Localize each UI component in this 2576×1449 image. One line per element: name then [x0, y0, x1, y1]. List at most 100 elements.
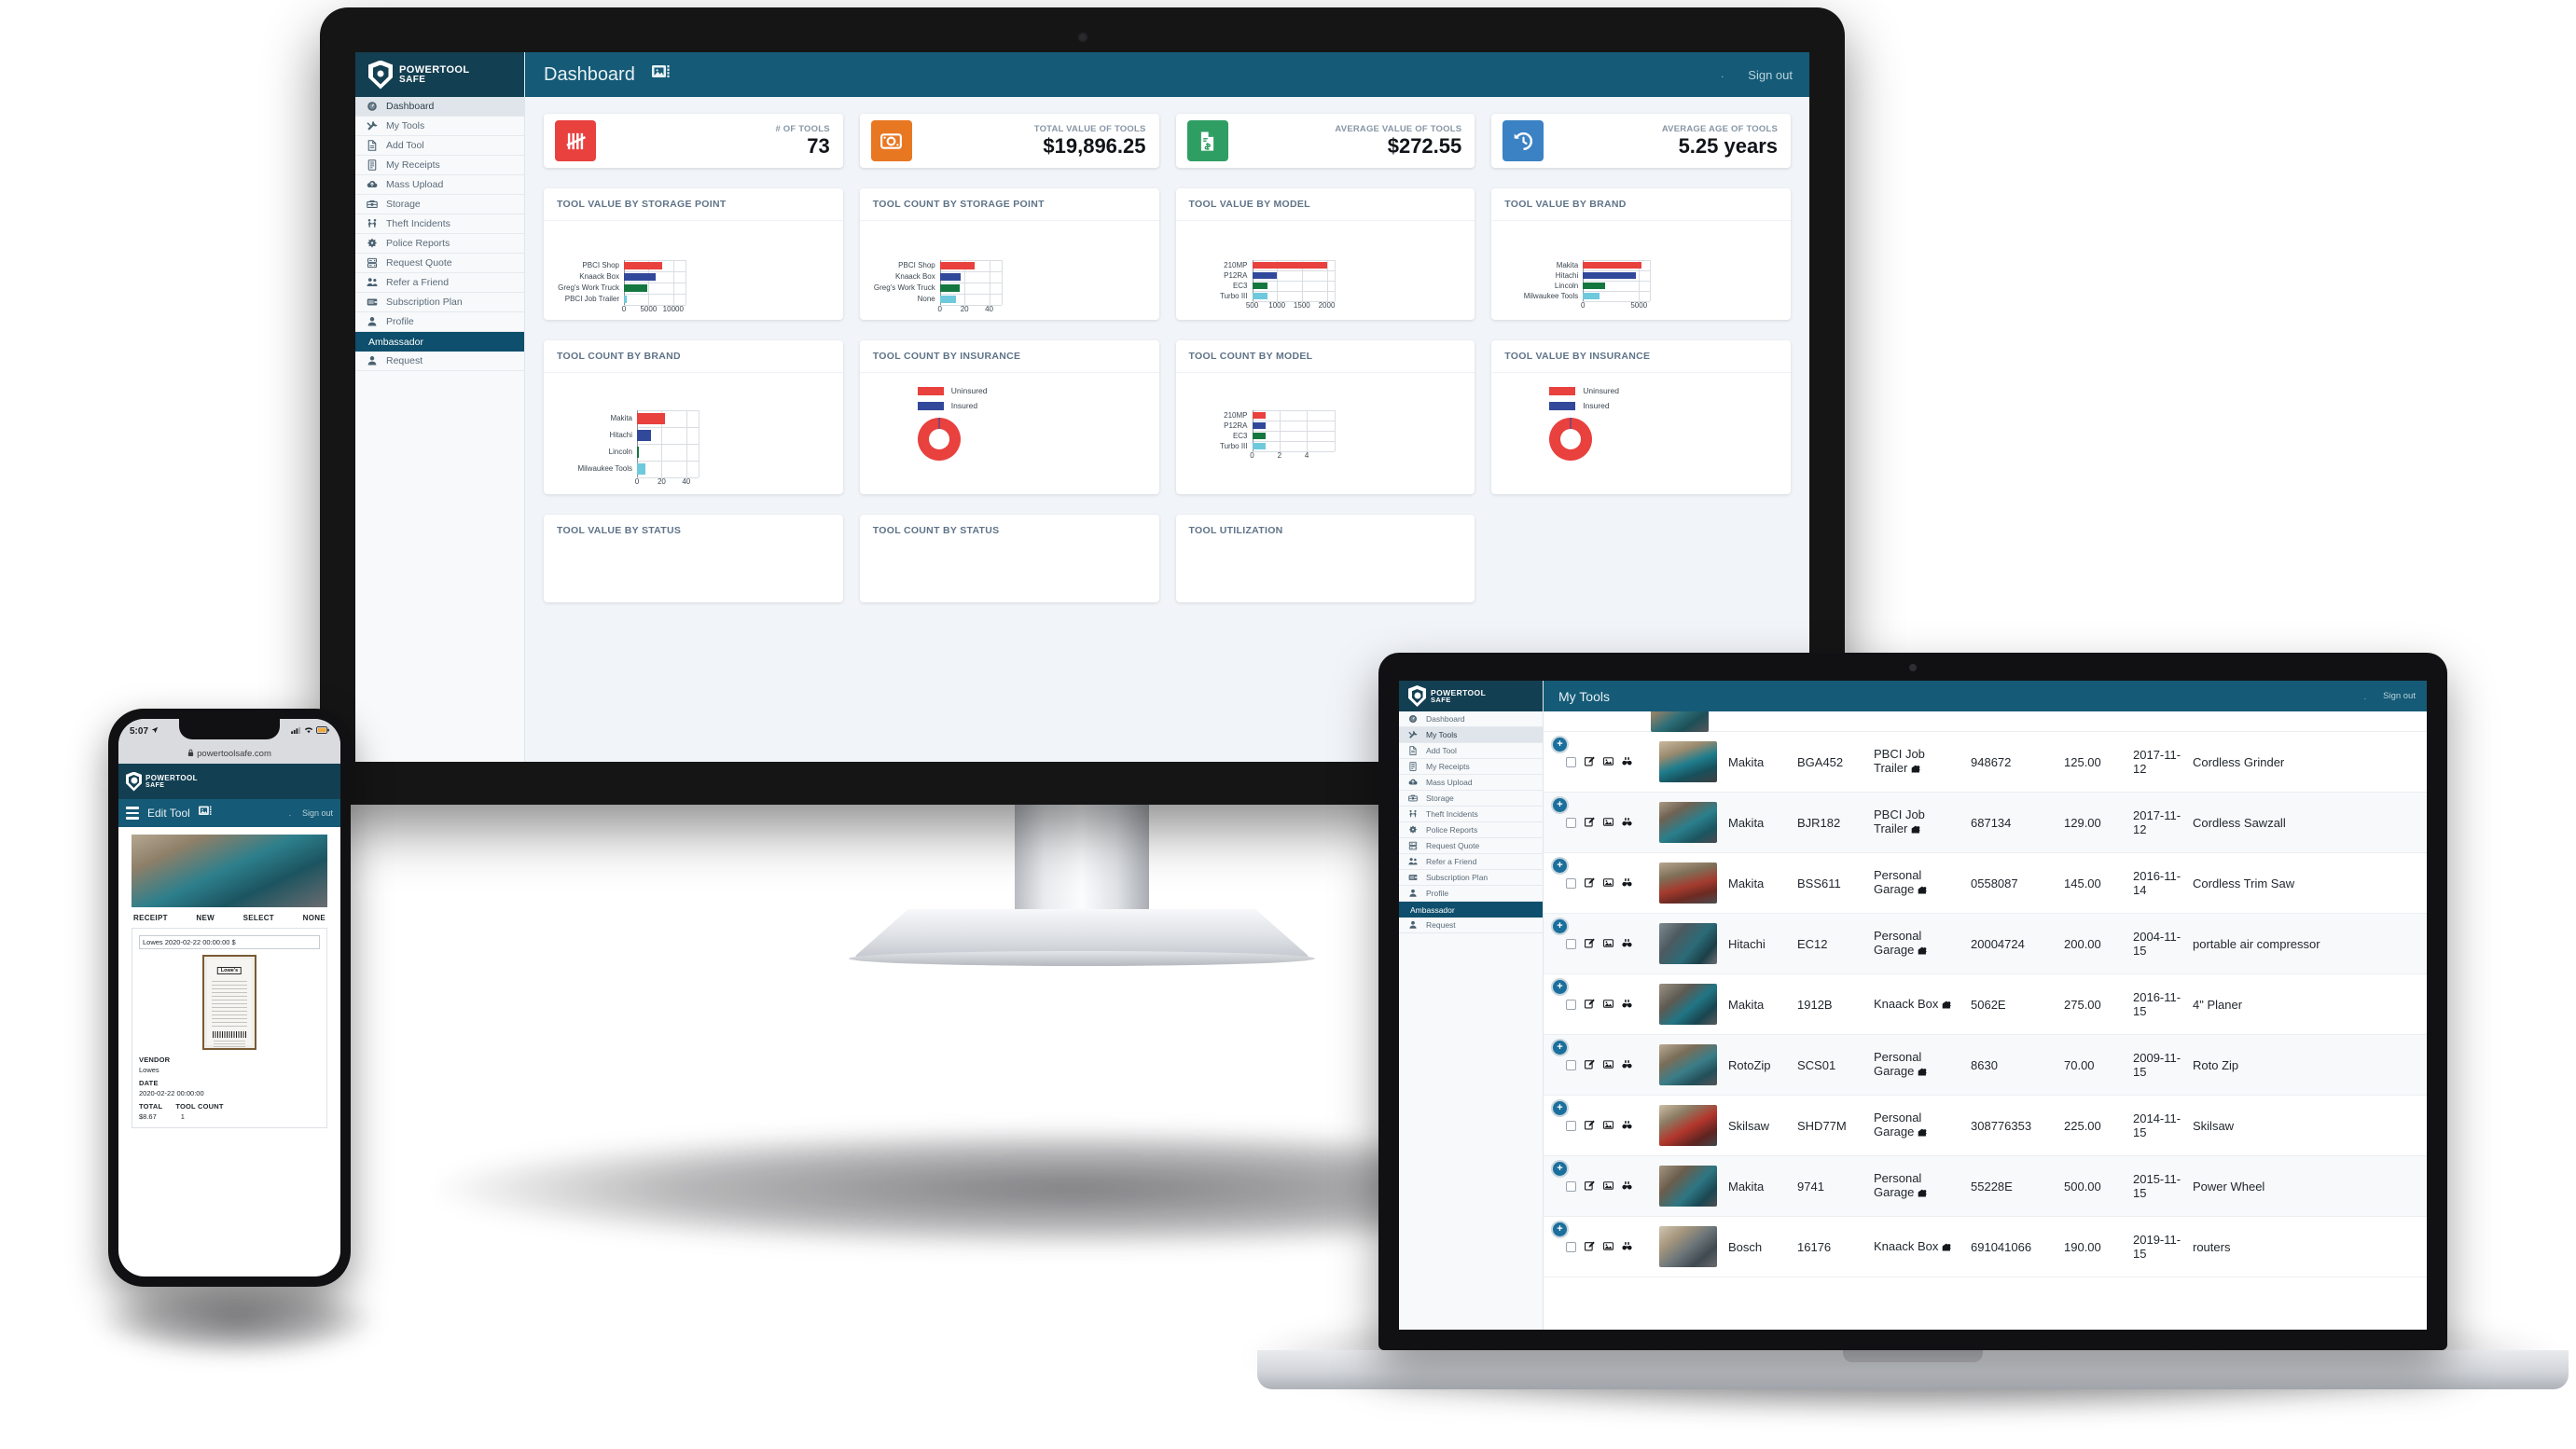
edit-icon[interactable] [1585, 1240, 1595, 1254]
sidebar-item-profile[interactable]: Profile [1399, 886, 1543, 902]
sidebar-item-ambassador[interactable]: Ambassador [1399, 902, 1543, 918]
sign-out-link[interactable]: Sign out [302, 808, 333, 818]
kpi-card[interactable]: AVERAGE VALUE OF TOOLS $272.55 [1175, 114, 1475, 168]
chart-card[interactable]: TOOL VALUE BY STATUS [544, 515, 843, 602]
segment-none[interactable]: NONE [303, 914, 325, 922]
segment-receipt[interactable]: RECEIPT [133, 914, 168, 922]
sidebar-item-theft-incidents[interactable]: Theft Incidents [355, 214, 524, 234]
binoculars-icon[interactable] [1622, 1180, 1632, 1194]
table-row[interactable]: + Makita 9741 Personal Garage 55228E 500.00 2… [1544, 1155, 2427, 1217]
table-row[interactable]: + Makita BJR182 PBCI Job Trailer 687134 129.… [1544, 792, 2427, 853]
sidebar-item-police-reports[interactable]: Police Reports [1399, 822, 1543, 838]
desktop-brand[interactable]: POWERTOOL SAFE [355, 52, 524, 97]
row-checkbox[interactable] [1566, 756, 1576, 767]
binoculars-icon[interactable] [1622, 937, 1632, 951]
sidebar-item-subscription-plan[interactable]: Subscription Plan [355, 293, 524, 312]
edit-icon[interactable] [1585, 1119, 1595, 1133]
expand-plus-icon[interactable]: + [1551, 1039, 1569, 1056]
laptop-brand[interactable]: POWERTOOL SAFE [1399, 681, 1543, 711]
tool-photo[interactable] [1659, 1166, 1717, 1207]
binoculars-icon[interactable] [1622, 816, 1632, 830]
image-icon[interactable] [1603, 1180, 1613, 1194]
edit-icon[interactable] [1585, 937, 1595, 951]
chart-card[interactable]: TOOL VALUE BY BRAND Makita Hitachi Lincoln M… [1491, 188, 1791, 320]
image-icon[interactable] [1603, 1119, 1613, 1133]
table-row[interactable]: + Bosch 16176 Knaack Box 691041066 190.00 201… [1544, 1216, 2427, 1277]
receipt-image[interactable]: Lowe's [202, 955, 256, 1050]
sidebar-item-request-quote[interactable]: Request Quote [355, 254, 524, 273]
edit-icon[interactable] [1585, 816, 1595, 830]
row-checkbox[interactable] [1566, 999, 1576, 1010]
table-row[interactable]: + Skilsaw SHD77M Personal Garage 308776353 2… [1544, 1095, 2427, 1156]
expand-plus-icon[interactable]: + [1551, 796, 1569, 814]
tool-photo[interactable] [1659, 1044, 1717, 1085]
row-checkbox[interactable] [1566, 938, 1576, 949]
chart-card[interactable]: TOOL COUNT BY INSURANCE Uninsured Insured [859, 340, 1159, 494]
sidebar-item-dashboard[interactable]: Dashboard [1399, 711, 1543, 727]
expand-plus-icon[interactable]: + [1551, 857, 1569, 875]
sidebar-item-subscription-plan[interactable]: Subscription Plan [1399, 870, 1543, 886]
sidebar-item-refer-a-friend[interactable]: Refer a Friend [355, 273, 524, 293]
table-row[interactable]: + Makita 1912B Knaack Box 5062E 275.00 2016-1… [1544, 973, 2427, 1035]
sign-out-link[interactable]: Sign out [1748, 68, 1793, 82]
tool-photo[interactable] [1659, 923, 1717, 964]
sidebar-item-theft-incidents[interactable]: Theft Incidents [1399, 807, 1543, 822]
image-icon[interactable] [1603, 816, 1613, 830]
expand-plus-icon[interactable]: + [1551, 1160, 1569, 1178]
tool-photo[interactable] [1659, 862, 1717, 904]
edit-icon[interactable] [1585, 998, 1595, 1012]
row-checkbox[interactable] [1566, 817, 1576, 828]
row-checkbox[interactable] [1566, 1241, 1576, 1252]
sidebar-item-add-tool[interactable]: Add Tool [355, 136, 524, 156]
sidebar-item-storage[interactable]: Storage [355, 195, 524, 214]
expand-plus-icon[interactable]: + [1551, 1221, 1569, 1238]
sidebar-item-police-reports[interactable]: Police Reports [355, 234, 524, 254]
tool-photo[interactable] [1659, 741, 1717, 782]
image-icon[interactable] [1603, 998, 1613, 1012]
sidebar-item-add-tool[interactable]: Add Tool [1399, 743, 1543, 759]
sidebar-item-mass-upload[interactable]: Mass Upload [355, 175, 524, 195]
table-row[interactable]: + Makita BSS611 Personal Garage 0558087 145.… [1544, 852, 2427, 914]
tool-photo[interactable] [1659, 1105, 1717, 1146]
receipt-select-field[interactable]: Lowes 2020-02-22 00:00:00 $ [139, 935, 320, 949]
edit-icon[interactable] [1585, 1180, 1595, 1194]
sidebar-item-profile[interactable]: Profile [355, 312, 524, 332]
sidebar-item-request[interactable]: Request [355, 352, 524, 371]
expand-plus-icon[interactable]: + [1551, 978, 1569, 996]
images-icon[interactable] [651, 63, 672, 86]
sidebar-item-mass-upload[interactable]: Mass Upload [1399, 775, 1543, 791]
chart-card[interactable]: TOOL COUNT BY STATUS [859, 515, 1159, 602]
segment-select[interactable]: SELECT [243, 914, 274, 922]
sidebar-item-refer-a-friend[interactable]: Refer a Friend [1399, 854, 1543, 870]
image-icon[interactable] [1603, 1058, 1613, 1072]
binoculars-icon[interactable] [1622, 876, 1632, 890]
sidebar-item-storage[interactable]: Storage [1399, 791, 1543, 807]
sign-out-link[interactable]: Sign out [2383, 691, 2416, 701]
binoculars-icon[interactable] [1622, 755, 1632, 769]
sidebar-item-request-quote[interactable]: Request Quote [1399, 838, 1543, 854]
tool-photo[interactable] [1659, 1226, 1717, 1267]
tool-photo[interactable] [1659, 984, 1717, 1025]
table-row[interactable]: + RotoZip SCS01 Personal Garage 8630 70.00 20… [1544, 1034, 2427, 1096]
expand-plus-icon[interactable]: + [1551, 1099, 1569, 1117]
phone-brand[interactable]: POWERTOOL SAFE [118, 764, 340, 799]
image-icon[interactable] [1603, 876, 1613, 890]
binoculars-icon[interactable] [1622, 1119, 1632, 1133]
binoculars-icon[interactable] [1622, 1240, 1632, 1254]
chart-card[interactable]: TOOL COUNT BY STORAGE POINT PBCI Shop Knaa… [859, 188, 1159, 320]
edit-icon[interactable] [1585, 876, 1595, 890]
expand-plus-icon[interactable]: + [1551, 736, 1569, 753]
binoculars-icon[interactable] [1622, 1058, 1632, 1072]
tool-photo[interactable] [1659, 802, 1717, 843]
tool-photo[interactable] [132, 835, 327, 907]
segment-new[interactable]: NEW [196, 914, 215, 922]
chart-card[interactable]: TOOL COUNT BY MODEL 210MP P12RA EC3 Turbo II… [1175, 340, 1475, 494]
table-row[interactable]: + Hitachi EC12 Personal Garage 20004724 200.… [1544, 913, 2427, 974]
table-row-partial[interactable] [1544, 711, 2427, 732]
image-icon[interactable] [1603, 755, 1613, 769]
sidebar-item-my-tools[interactable]: My Tools [355, 117, 524, 136]
hamburger-icon[interactable] [126, 807, 139, 820]
browser-url-bar[interactable]: powertoolsafe.com [118, 743, 340, 764]
chart-card[interactable]: TOOL VALUE BY MODEL 210MP P12RA EC3 Turbo II… [1175, 188, 1475, 320]
sidebar-item-my-receipts[interactable]: My Receipts [1399, 759, 1543, 775]
